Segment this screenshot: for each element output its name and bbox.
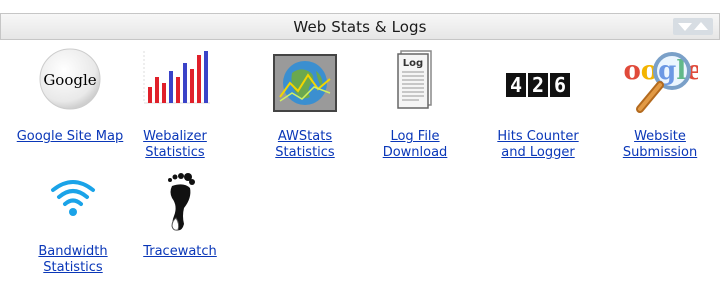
item-label: Log File Download bbox=[382, 129, 448, 160]
counter-icon: 4 2 6 bbox=[506, 73, 570, 97]
footprint-icon bbox=[168, 173, 195, 231]
collapse-up-icon bbox=[694, 22, 708, 30]
globe-chart-icon bbox=[273, 54, 337, 112]
bar-chart-icon bbox=[143, 51, 210, 104]
website-submission-link[interactable]: Google Website Submission bbox=[610, 45, 710, 170]
hits-counter-and-logger-link[interactable]: 4 2 6 Hits Counter and Logger bbox=[483, 45, 593, 170]
panel-header: Web Stats & Logs bbox=[0, 13, 720, 40]
panel-title: Web Stats & Logs bbox=[293, 18, 427, 36]
log-text: Log bbox=[403, 58, 423, 69]
item-label: Website Submission bbox=[622, 129, 698, 160]
webalizer-statistics-link[interactable]: Webalizer Statistics bbox=[130, 45, 220, 170]
item-label: Bandwidth Statistics bbox=[38, 244, 108, 275]
item-label: Tracewatch bbox=[143, 244, 217, 259]
item-label: Google Site Map bbox=[16, 129, 124, 144]
tracewatch-link[interactable]: Tracewatch bbox=[135, 168, 225, 288]
counter-digit: 2 bbox=[528, 73, 548, 97]
awstats-statistics-link[interactable]: AWStats Statistics bbox=[260, 45, 350, 170]
wifi-icon bbox=[51, 180, 95, 216]
collapse-down-icon bbox=[678, 23, 692, 31]
google-site-map-link[interactable]: Google Google Site Map bbox=[0, 45, 140, 170]
counter-digit: 4 bbox=[506, 73, 526, 97]
bandwidth-statistics-link[interactable]: Bandwidth Statistics bbox=[18, 168, 128, 288]
web-stats-logs-panel: Web Stats & Logs Google Google Site Map bbox=[0, 0, 722, 291]
google-logo-text: Google bbox=[43, 71, 96, 89]
google-magnifier-icon: Google bbox=[622, 52, 698, 113]
item-label: Hits Counter and Logger bbox=[497, 129, 579, 160]
item-label: AWStats Statistics bbox=[275, 129, 335, 160]
collapse-expand-button[interactable] bbox=[673, 18, 713, 35]
counter-digit: 6 bbox=[550, 73, 570, 97]
item-label: Webalizer Statistics bbox=[143, 129, 207, 160]
log-file-download-link[interactable]: Log Log File Download bbox=[370, 45, 460, 170]
google-logo-icon: Google bbox=[39, 48, 101, 110]
log-document-icon: Log bbox=[397, 50, 432, 109]
